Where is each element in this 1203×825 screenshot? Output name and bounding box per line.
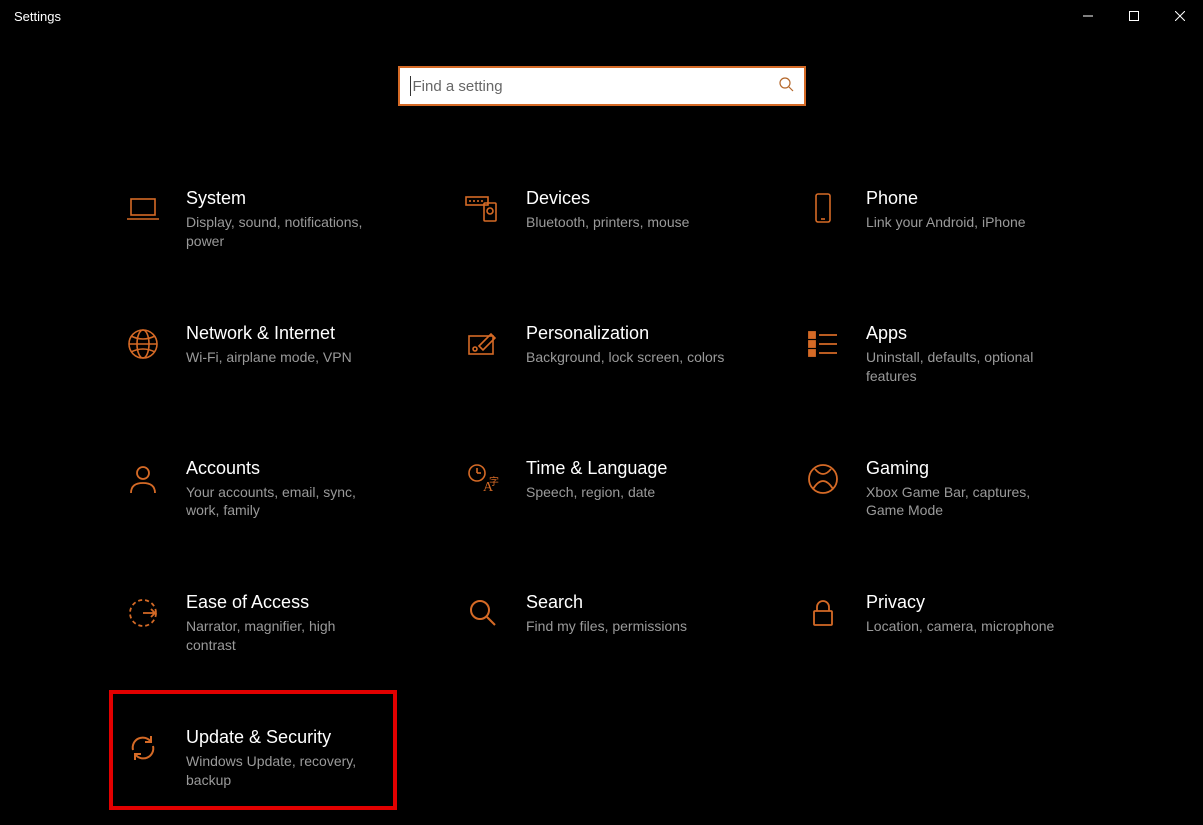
tile-desc: Wi-Fi, airplane mode, VPN	[186, 348, 352, 367]
tile-update-security[interactable]: Update & Security Windows Update, recove…	[110, 719, 440, 796]
tile-desc: Display, sound, notifications, power	[186, 213, 386, 251]
text-caret	[410, 76, 411, 96]
tile-title: Gaming	[866, 458, 1066, 479]
minimize-button[interactable]	[1065, 0, 1111, 32]
tile-desc: Find my files, permissions	[526, 617, 687, 636]
tile-time-language[interactable]: A 字 Time & Language Speech, region, date	[450, 450, 780, 527]
tile-desc: Location, camera, microphone	[866, 617, 1054, 636]
xbox-icon	[800, 456, 846, 502]
tile-title: Personalization	[526, 323, 724, 344]
person-icon	[120, 456, 166, 502]
tile-desc: Background, lock screen, colors	[526, 348, 724, 367]
tile-title: Update & Security	[186, 727, 386, 748]
magnifier-icon	[460, 590, 506, 636]
tile-title: Time & Language	[526, 458, 667, 479]
tile-title: Privacy	[866, 592, 1054, 613]
tile-title: Ease of Access	[186, 592, 386, 613]
phone-icon	[800, 186, 846, 232]
svg-text:字: 字	[489, 475, 499, 488]
tile-title: Apps	[866, 323, 1066, 344]
ease-of-access-icon	[120, 590, 166, 636]
tile-phone[interactable]: Phone Link your Android, iPhone	[790, 180, 1120, 257]
tile-desc: Bluetooth, printers, mouse	[526, 213, 689, 232]
tile-desc: Your accounts, email, sync, work, family	[186, 483, 386, 521]
lock-icon	[800, 590, 846, 636]
globe-icon	[120, 321, 166, 367]
window-controls	[1065, 0, 1203, 32]
titlebar: Settings	[0, 0, 1203, 32]
window-title: Settings	[14, 9, 61, 24]
search-icon	[778, 76, 794, 97]
search-highlight-border	[398, 66, 806, 106]
tile-accounts[interactable]: Accounts Your accounts, email, sync, wor…	[110, 450, 440, 527]
search-input[interactable]	[413, 78, 778, 95]
update-sync-icon	[120, 725, 166, 771]
devices-icon	[460, 186, 506, 232]
tile-desc: Uninstall, defaults, optional features	[866, 348, 1066, 386]
settings-grid: System Display, sound, notifications, po…	[110, 180, 1163, 796]
time-language-icon: A 字	[460, 456, 506, 502]
tile-personalization[interactable]: Personalization Background, lock screen,…	[450, 315, 780, 392]
tile-desc: Narrator, magnifier, high contrast	[186, 617, 386, 655]
search-container	[0, 66, 1203, 106]
tile-system[interactable]: System Display, sound, notifications, po…	[110, 180, 440, 257]
tile-desc: Speech, region, date	[526, 483, 667, 502]
tile-apps[interactable]: Apps Uninstall, defaults, optional featu…	[790, 315, 1120, 392]
tile-title: Accounts	[186, 458, 386, 479]
tile-desc: Link your Android, iPhone	[866, 213, 1026, 232]
tile-network[interactable]: Network & Internet Wi-Fi, airplane mode,…	[110, 315, 440, 392]
tile-title: Devices	[526, 188, 689, 209]
tile-devices[interactable]: Devices Bluetooth, printers, mouse	[450, 180, 780, 257]
tile-desc: Xbox Game Bar, captures, Game Mode	[866, 483, 1066, 521]
close-button[interactable]	[1157, 0, 1203, 32]
tile-title: System	[186, 188, 386, 209]
tile-desc: Windows Update, recovery, backup	[186, 752, 386, 790]
tile-title: Search	[526, 592, 687, 613]
tile-search[interactable]: Search Find my files, permissions	[450, 584, 780, 661]
maximize-button[interactable]	[1111, 0, 1157, 32]
tile-ease-of-access[interactable]: Ease of Access Narrator, magnifier, high…	[110, 584, 440, 661]
tile-gaming[interactable]: Gaming Xbox Game Bar, captures, Game Mod…	[790, 450, 1120, 527]
paintbrush-icon	[460, 321, 506, 367]
tile-title: Network & Internet	[186, 323, 352, 344]
laptop-icon	[120, 186, 166, 232]
search-box[interactable]	[400, 68, 804, 104]
tile-privacy[interactable]: Privacy Location, camera, microphone	[790, 584, 1120, 661]
apps-list-icon	[800, 321, 846, 367]
tile-title: Phone	[866, 188, 1026, 209]
